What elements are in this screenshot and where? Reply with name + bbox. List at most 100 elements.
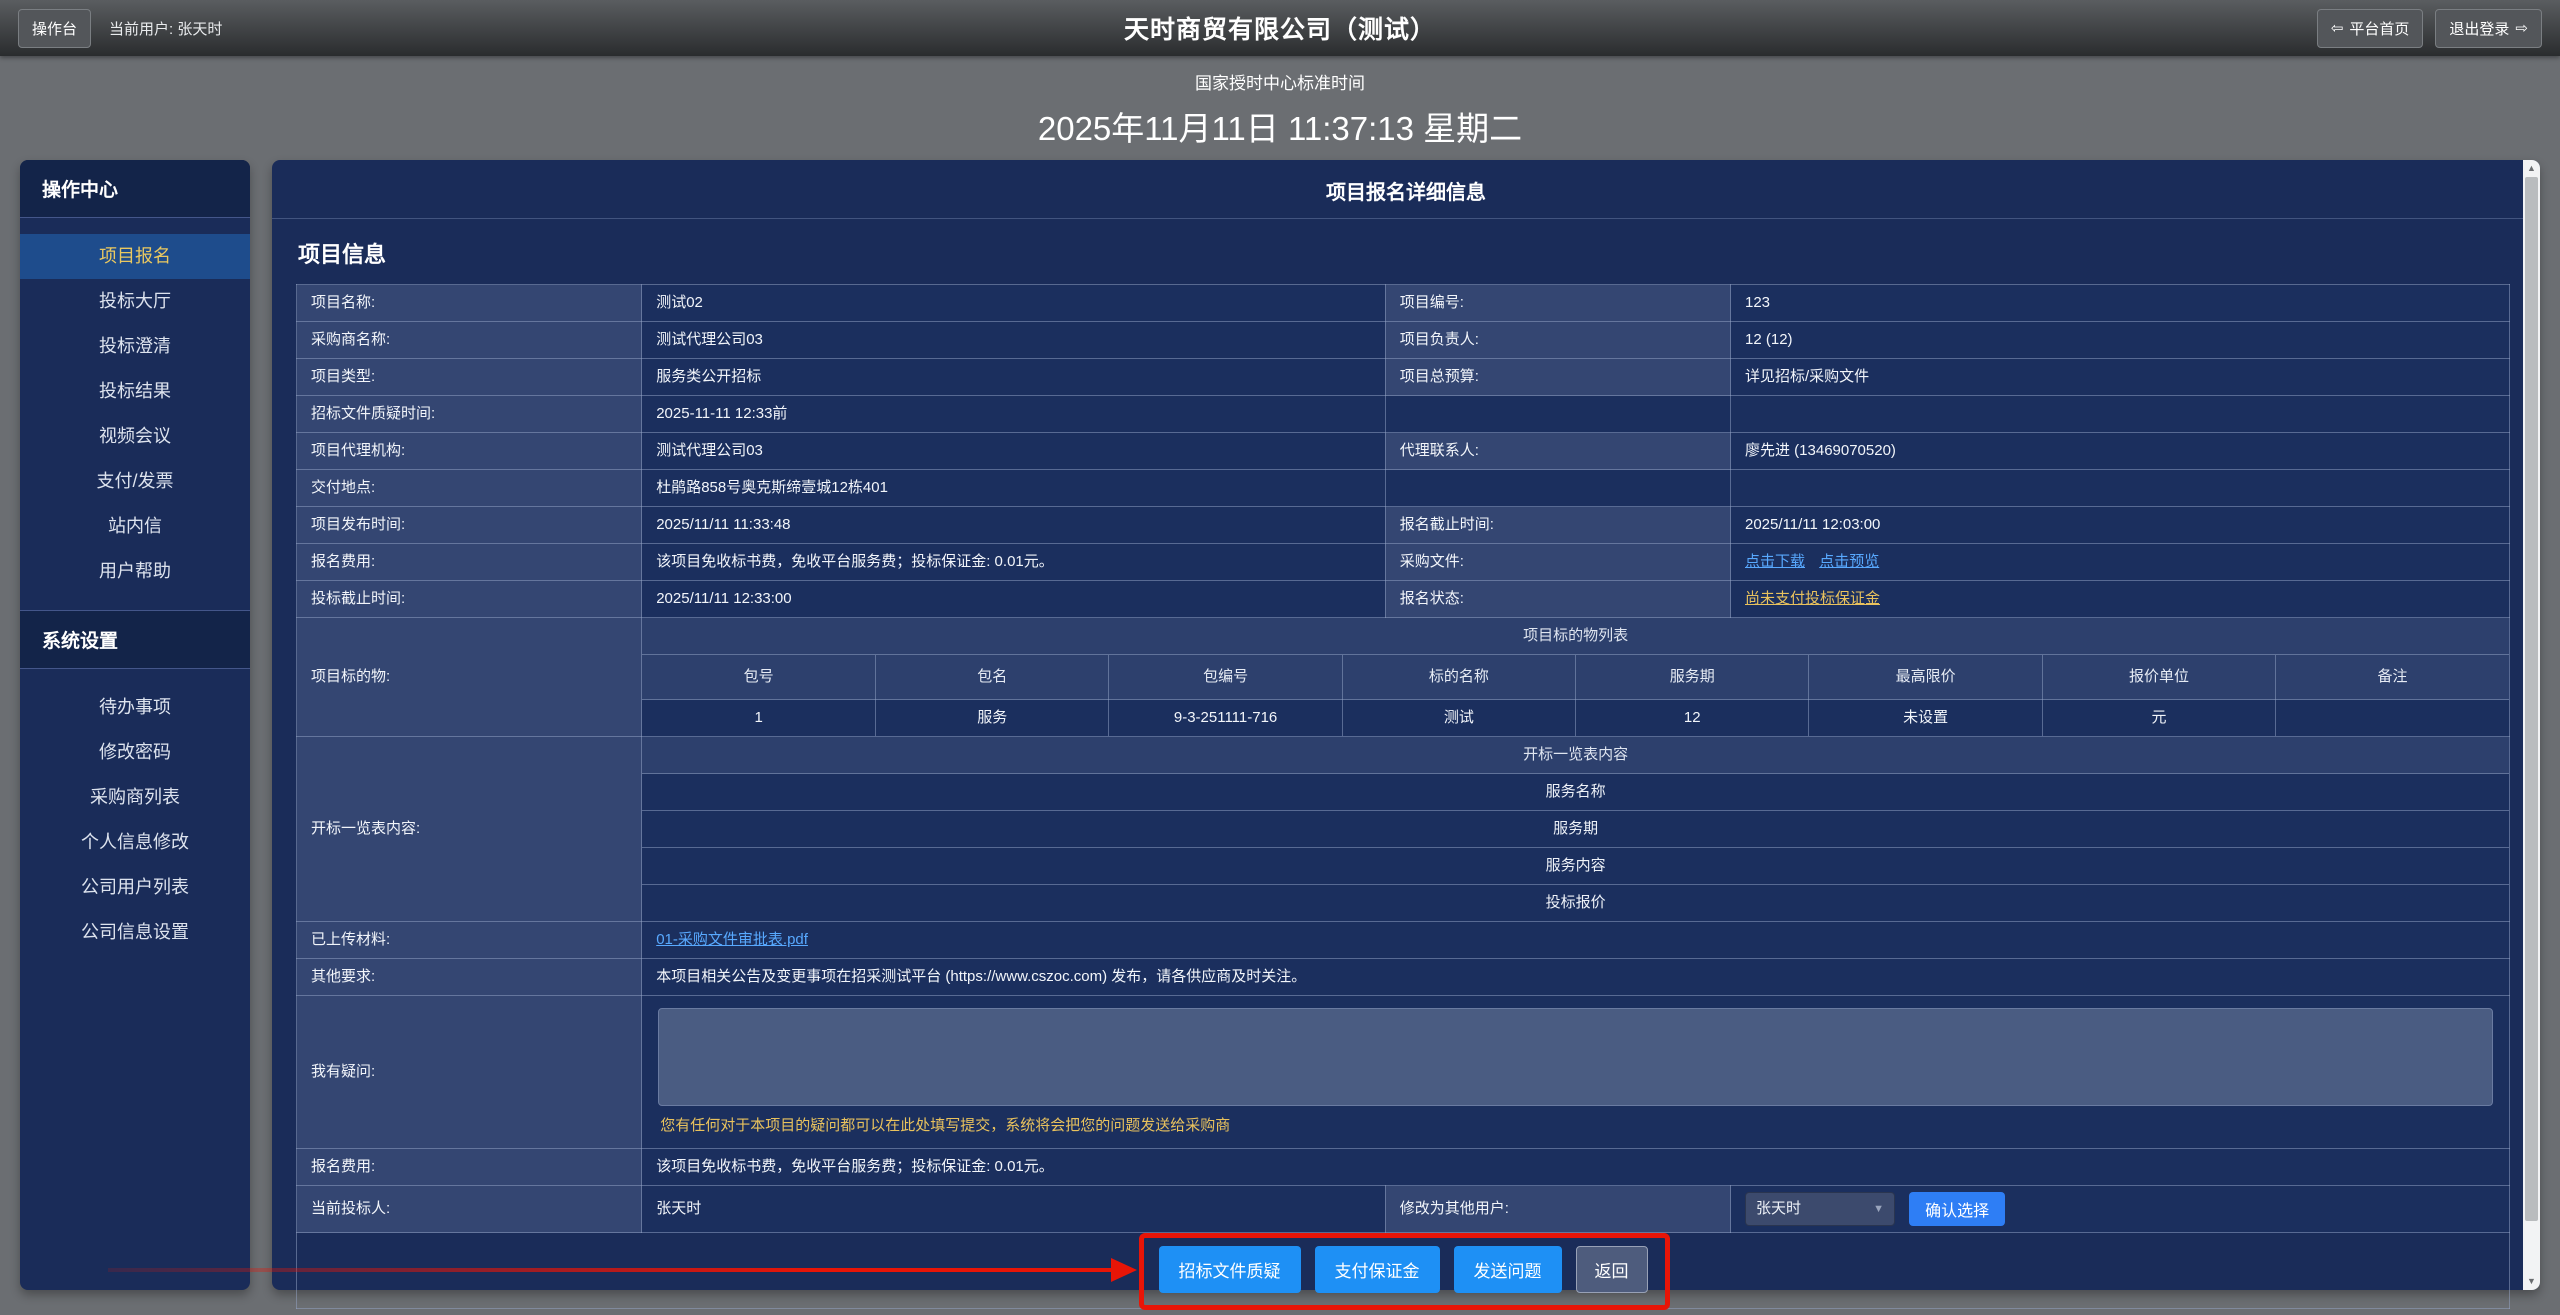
page-title: 项目报名详细信息 <box>272 160 2540 219</box>
table-row: 已上传材料: 01-采购文件审批表.pdf <box>297 922 2510 959</box>
sidebar-item-profile-edit[interactable]: 个人信息修改 <box>20 820 250 865</box>
bid-opening-row: 服务内容 <box>642 848 2509 885</box>
cell: 12 <box>1576 700 1809 737</box>
cell <box>2276 700 2509 737</box>
field-label: 项目代理机构: <box>297 433 642 470</box>
sidebar-item-project-signup[interactable]: 项目报名 <box>20 234 250 279</box>
pay-deposit-button[interactable]: 支付保证金 <box>1315 1246 1440 1293</box>
console-button[interactable]: 操作台 <box>18 9 91 48</box>
sidebar: 操作中心 项目报名 投标大厅 投标澄清 投标结果 视频会议 支付/发票 站内信 … <box>20 160 250 1290</box>
field-value: 详见招标/采购文件 <box>1731 359 2510 396</box>
sidebar-item-todo[interactable]: 待办事项 <box>20 685 250 730</box>
sidebar-item-bid-hall[interactable]: 投标大厅 <box>20 279 250 324</box>
bidder-select-value: 张天时 <box>1756 1199 1801 1219</box>
main-panel: 项目报名详细信息 项目信息 项目名称: 测试02 项目编号: 123 采购商名称… <box>272 160 2540 1290</box>
sidebar-item-company-users[interactable]: 公司用户列表 <box>20 865 250 910</box>
subject-header-row: 包号 包名 包编号 标的名称 服务期 最高限价 报价单位 备注 <box>642 655 2509 700</box>
uploaded-file-link[interactable]: 01-采购文件审批表.pdf <box>656 931 808 948</box>
signup-status-link[interactable]: 尚未支付投标保证金 <box>1745 590 1880 607</box>
sidebar-section-system: 系统设置 <box>20 610 250 669</box>
logout-button[interactable]: 退出登录 ⇨ <box>2435 9 2542 48</box>
sidebar-item-payment-invoice[interactable]: 支付/发票 <box>20 459 250 504</box>
back-button[interactable]: 返回 <box>1576 1246 1648 1293</box>
table-row: 项目发布时间: 2025/11/11 11:33:48 报名截止时间: 2025… <box>297 507 2510 544</box>
current-user-label: 当前用户: 张天时 <box>109 18 222 39</box>
field-label: 项目负责人: <box>1385 322 1730 359</box>
field-label-empty <box>1385 470 1730 507</box>
cell: 未设置 <box>1809 700 2042 737</box>
scroll-up-icon[interactable]: ▲ <box>2523 160 2540 177</box>
table-row: 我有疑问: 您有任何对于本项目的疑问都可以在此处填写提交，系统将会把您的问题发送… <box>297 996 2510 1149</box>
logout-arrow-icon: ⇨ <box>2515 19 2528 37</box>
field-value: 测试02 <box>642 285 1386 322</box>
question-textarea[interactable] <box>658 1008 2493 1106</box>
annotation-arrow-line <box>108 1268 1113 1272</box>
bid-opening-cell: 开标一览表内容 服务名称 服务期 服务内容 投标报价 <box>642 737 2510 922</box>
table-row: 报名费用: 该项目免收标书费，免收平台服务费；投标保证金: 0.01元。 采购文… <box>297 544 2510 581</box>
cell: 服务 <box>876 700 1109 737</box>
time-caption: 国家授时中心标准时间 <box>0 69 2560 94</box>
current-datetime: 2025年11月11日 11:37:13 星期二 <box>0 102 2560 150</box>
field-label: 报名费用: <box>297 544 642 581</box>
subject-data-row: 1 服务 9-3-251111-716 测试 12 未设置 元 <box>642 700 2509 737</box>
platform-home-button[interactable]: ⇦ 平台首页 <box>2317 9 2424 48</box>
bidder-select[interactable]: 张天时 ▼ <box>1745 1192 1895 1226</box>
field-value: 服务类公开招标 <box>642 359 1386 396</box>
field-label: 投标截止时间: <box>297 581 642 618</box>
table-row: 项目代理机构: 测试代理公司03 代理联系人: 廖先进 (13469070520… <box>297 433 2510 470</box>
send-question-button[interactable]: 发送问题 <box>1454 1246 1562 1293</box>
other-requirements-value: 本项目相关公告及变更事项在招采测试平台 (https://www.cszoc.c… <box>642 959 2510 996</box>
question-hint: 您有任何对于本项目的疑问都可以在此处填写提交，系统将会把您的问题发送给采购商 <box>658 1106 2493 1140</box>
home-arrow-icon: ⇦ <box>2331 19 2344 37</box>
sidebar-item-user-help[interactable]: 用户帮助 <box>20 549 250 594</box>
section-title-project-info: 项目信息 <box>298 237 2510 269</box>
col-header: 备注 <box>2276 655 2509 700</box>
question-cell: 您有任何对于本项目的疑问都可以在此处填写提交，系统将会把您的问题发送给采购商 <box>642 996 2510 1149</box>
standard-time-block: 国家授时中心标准时间 2025年11月11日 11:37:13 星期二 <box>0 56 2560 160</box>
sidebar-item-bid-results[interactable]: 投标结果 <box>20 369 250 414</box>
chevron-down-icon: ▼ <box>1873 1199 1884 1219</box>
bid-opening-row: 服务期 <box>642 811 2509 848</box>
cell: 9-3-251111-716 <box>1109 700 1342 737</box>
preview-doc-link[interactable]: 点击预览 <box>1819 553 1879 570</box>
confirm-select-button[interactable]: 确认选择 <box>1909 1192 2005 1226</box>
field-value: 2025/11/11 12:03:00 <box>1731 507 2510 544</box>
current-bidder-value: 张天时 <box>642 1186 1386 1233</box>
field-label: 项目类型: <box>297 359 642 396</box>
sidebar-item-change-password[interactable]: 修改密码 <box>20 730 250 775</box>
change-bidder-cell: 张天时 ▼ 确认选择 <box>1731 1186 2510 1233</box>
scroll-down-icon[interactable]: ▼ <box>2523 1273 2540 1290</box>
subject-table-cell: 项目标的物列表 包号 包名 包编号 标的名称 服务期 最高限价 报价单位 <box>642 618 2510 737</box>
sidebar-item-bid-clarification[interactable]: 投标澄清 <box>20 324 250 369</box>
table-row: 交付地点: 杜鹃路858号奥克斯缔壹城12栋401 <box>297 470 2510 507</box>
challenge-bid-doc-button[interactable]: 招标文件质疑 <box>1159 1246 1301 1293</box>
field-value: 测试代理公司03 <box>642 322 1386 359</box>
field-label: 交付地点: <box>297 470 642 507</box>
col-header: 标的名称 <box>1342 655 1575 700</box>
field-label: 我有疑问: <box>297 996 642 1149</box>
sidebar-item-video-meeting[interactable]: 视频会议 <box>20 414 250 459</box>
table-row: 报名费用: 该项目免收标书费，免收平台服务费；投标保证金: 0.01元。 <box>297 1149 2510 1186</box>
field-value: 123 <box>1731 285 2510 322</box>
signup-fee-value: 该项目免收标书费，免收平台服务费；投标保证金: 0.01元。 <box>642 1149 2510 1186</box>
field-label: 招标文件质疑时间: <box>297 396 642 433</box>
field-label: 报名费用: <box>297 1149 642 1186</box>
col-header: 包编号 <box>1109 655 1342 700</box>
sidebar-item-purchaser-list[interactable]: 采购商列表 <box>20 775 250 820</box>
sidebar-item-site-mail[interactable]: 站内信 <box>20 504 250 549</box>
download-doc-link[interactable]: 点击下载 <box>1745 553 1805 570</box>
sidebar-item-company-settings[interactable]: 公司信息设置 <box>20 910 250 955</box>
field-label: 开标一览表内容: <box>297 737 642 922</box>
field-value: 2025/11/11 12:33:00 <box>642 581 1386 618</box>
field-value: 杜鹃路858号奥克斯缔壹城12栋401 <box>642 470 1386 507</box>
scrollbar-thumb[interactable] <box>2525 177 2538 1221</box>
table-row: 项目标的物: 项目标的物列表 包号 包名 包编号 标的名称 服务期 最高限价 <box>297 618 2510 737</box>
platform-home-label: 平台首页 <box>2349 18 2409 39</box>
project-info-table: 项目名称: 测试02 项目编号: 123 采购商名称: 测试代理公司03 项目负… <box>296 284 2510 1309</box>
bid-opening-row: 服务名称 <box>642 774 2509 811</box>
bid-opening-title: 开标一览表内容 <box>642 737 2509 774</box>
action-button-group: 招标文件质疑 支付保证金 发送问题 返回 <box>1159 1246 1648 1293</box>
subject-table-title: 项目标的物列表 <box>642 618 2509 655</box>
col-header: 最高限价 <box>1809 655 2042 700</box>
cell: 1 <box>642 700 875 737</box>
